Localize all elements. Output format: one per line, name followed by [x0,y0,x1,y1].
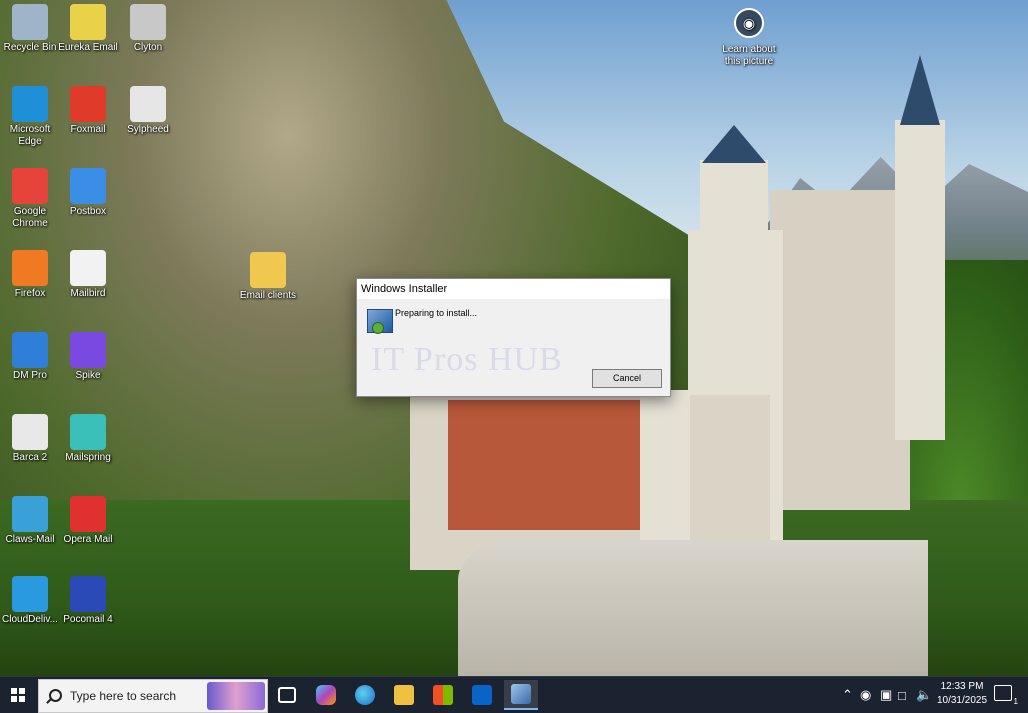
copilot-icon[interactable] [309,680,343,710]
chrome-icon [12,168,48,204]
folder-icon [250,252,286,288]
castle-body [770,190,910,510]
volume-icon[interactable]: 🔈 [916,677,932,713]
desktop-icon-label: Barca 2 [12,452,48,463]
file-explorer-icon[interactable] [387,680,421,710]
installer-icon [367,309,393,334]
search-highlight-image [207,682,265,710]
desktop-icon-label: DM Pro [13,370,47,381]
castle-wall [458,540,928,676]
foxmail-icon [70,86,106,122]
eureka-email-icon [70,4,106,40]
mailspring-icon [70,414,106,450]
show-hidden-icons[interactable]: ⌃ [842,677,853,713]
mailbird-icon [70,250,106,286]
desktop-icon-microsoft-edge[interactable]: Microsoft Edge [0,86,60,148]
firefox-icon [12,250,48,286]
clouddelivery-icon [12,576,48,612]
desktop-icon-label: Sylpheed [127,124,169,135]
taskbar-search[interactable]: Type here to search [38,679,268,713]
windows-installer-dialog: Windows Installer Preparing to install..… [356,278,671,397]
clock-time: 12:33 PM [940,681,984,692]
meet-now-icon[interactable]: ▣ [880,677,892,713]
barca-icon [12,414,48,450]
desktop-icon-label: Google Chrome [12,206,48,229]
clyton-icon [130,4,166,40]
dialog-message: Preparing to install... [395,308,478,318]
taskbar-clock[interactable]: 12:33 PM 10/31/2025 [932,680,992,708]
desktop-icon-mailbird[interactable]: Mailbird [58,250,118,300]
store-icon[interactable] [426,680,460,710]
desktop-icon-label: Firefox [14,288,46,299]
desktop-icon-label: Eureka Email [58,42,118,53]
desktop-icon-recycle-bin[interactable]: Recycle Bin [0,4,60,54]
desktop-icon-label: Recycle Bin [3,42,57,53]
desktop-icon-barca-2[interactable]: Barca 2 [0,414,60,464]
desktop-icon-mailspring[interactable]: Mailspring [58,414,118,464]
desktop-icon-label: Spike [75,370,101,381]
desktop-icon-pocomail-4[interactable]: Pocomail 4 [58,576,118,626]
pocomail-icon [70,576,106,612]
claws-mail-icon [12,496,48,532]
desktop-icon-opera-mail[interactable]: Opera Mail [58,496,118,546]
desktop-icon-label: Clyton [133,42,163,53]
desktop-icon-claws-mail[interactable]: Claws-Mail [0,496,60,546]
watermark-text: IT Pros HUB [371,341,563,378]
cancel-button[interactable]: Cancel [592,369,662,388]
opera-mail-icon [70,496,106,532]
desktop-icon-foxmail[interactable]: Foxmail [58,86,118,136]
desktop-icon-label: Pocomail 4 [63,614,113,625]
learn-about-picture[interactable]: ◉ Learn about this picture [718,8,780,68]
castle-tower [895,120,945,440]
windows-logo-icon [11,688,25,702]
copilot-tray-icon[interactable]: ◉ [860,677,871,713]
desktop-icon-label: Postbox [69,206,107,217]
camera-icon: ◉ [734,8,764,38]
desktop-icon-google-chrome[interactable]: Google Chrome [0,168,60,230]
desktop-icon-clyton[interactable]: Clyton [118,4,178,54]
edge-icon [12,86,48,122]
task-view-icon[interactable] [270,680,304,710]
desktop-icon-eureka-email[interactable]: Eureka Email [58,4,118,54]
desktop-icon-spike[interactable]: Spike [58,332,118,382]
outlook-icon[interactable] [465,680,499,710]
search-placeholder: Type here to search [70,689,177,703]
sylpheed-icon [130,86,166,122]
network-icon[interactable]: □ [898,677,906,713]
desktop-icon-clouddeliv[interactable]: CloudDeliv... [0,576,60,626]
recycle-bin-icon [12,4,48,40]
dm-pro-icon [12,332,48,368]
postbox-icon [70,168,106,204]
start-button[interactable] [0,677,36,713]
desktop-icon-label: Email clients [239,290,297,301]
dialog-title: Windows Installer [357,279,670,299]
desktop-icon-label: CloudDeliv... [2,614,58,625]
spike-icon [70,332,106,368]
desktop-icon-postbox[interactable]: Postbox [58,168,118,218]
desktop-icon-label: Microsoft Edge [9,124,51,147]
desktop-icon-label: Mailbird [70,288,106,299]
installer-taskbar-icon[interactable] [504,680,538,710]
desktop-icon-firefox[interactable]: Firefox [0,250,60,300]
desktop-icon-email-clients[interactable]: Email clients [238,252,298,302]
learn-about-label: Learn about this picture [722,44,776,67]
clock-date: 10/31/2025 [936,695,988,706]
notification-icon[interactable] [994,685,1019,706]
desktop-icon-label: Opera Mail [63,534,113,545]
desktop-icon-label: Mailspring [65,452,111,463]
desktop-icon-sylpheed[interactable]: Sylpheed [118,86,178,136]
desktop-icon-label: Claws-Mail [5,534,55,545]
desktop-icon-label: Foxmail [70,124,106,135]
dialog-body: Preparing to install... IT Pros HUB Canc… [357,299,670,396]
search-icon [49,689,62,702]
taskbar: Type here to search ⌃ ◉ ▣ □ 🔈 12:33 PM 1… [0,676,1028,713]
edge-icon[interactable] [348,680,382,710]
castle-red-section [448,400,643,530]
desktop-icon-dm-pro[interactable]: DM Pro [0,332,60,382]
